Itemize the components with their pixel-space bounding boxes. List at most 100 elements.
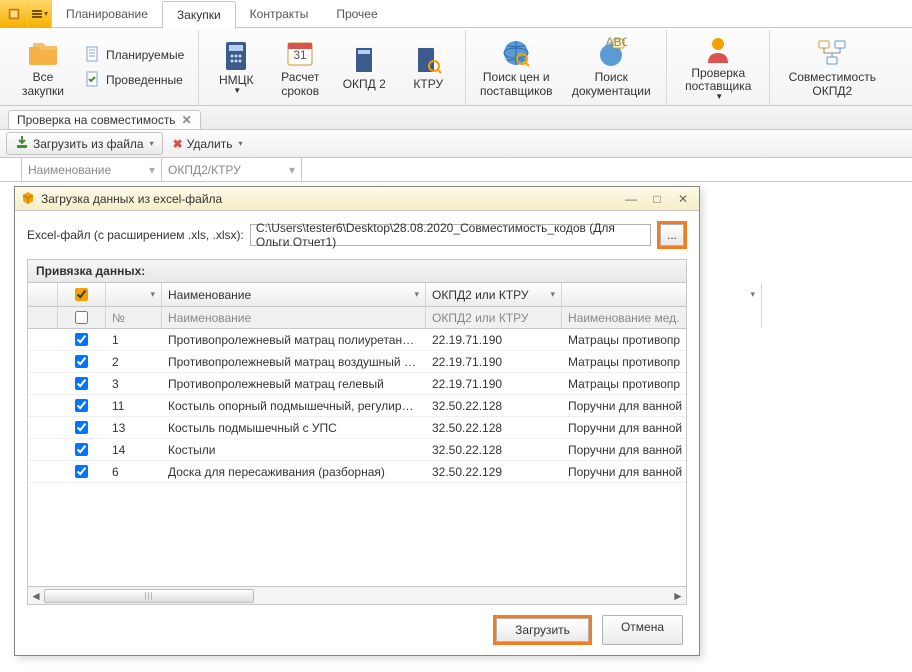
table-row[interactable]: 2Противопролежневый матрац воздушный (с … [28,351,686,373]
cell-no: 2 [106,355,162,369]
cancel-button[interactable]: Отмена [602,615,683,645]
cell-no: 1 [106,333,162,347]
filter-icon: ▾ [149,163,155,177]
check-all[interactable] [58,283,106,306]
scroll-thumb[interactable] [44,589,254,603]
completed-button[interactable]: Проведенные [78,69,190,92]
tab-purchases[interactable]: Закупки [162,1,236,29]
data-grid: Привязка данных: ▾ Наименование▾ ОКПД2 и… [27,259,687,605]
dialog-titlebar[interactable]: Загрузка данных из excel-файла — □ ✕ [15,187,699,211]
browse-button[interactable]: ... [660,224,684,246]
calendar-icon: 31 [284,37,316,69]
cell-okpd: 32.50.22.129 [426,465,562,479]
chevron-down-icon: ▾ [239,139,243,148]
cell-med: Поручни для ванной [562,465,686,479]
cell-okpd: 32.50.22.128 [426,399,562,413]
cell-no: 13 [106,421,162,435]
cell-no: 6 [106,465,162,479]
scroll-right-icon[interactable]: ► [670,588,686,604]
cell-name: Костыль подмышечный с УПС [162,421,426,435]
document-tabs: Проверка на совместимость ✕ [0,106,912,130]
folders-icon [27,37,59,69]
table-row[interactable]: 6Доска для пересаживания (разборная)32.5… [28,461,686,483]
tab-other[interactable]: Прочее [322,0,391,28]
okpd2-button[interactable]: ОКПД 2 [335,32,393,104]
cell-okpd: 22.19.71.190 [426,333,562,347]
cell-med: Матрацы противопр [562,377,686,391]
compat-okpd2-button[interactable]: Совместимость ОКПД2 [778,32,886,104]
delete-button[interactable]: ✖ Удалить ▾ [173,137,243,151]
chevron-down-icon: ▾ [150,289,155,300]
chevron-down-icon: ▾ [550,289,555,300]
cell-okpd: 32.50.22.128 [426,443,562,457]
chevron-down-icon: ▾ [150,139,154,148]
nmck-button[interactable]: НМЦК▼ [207,32,265,104]
app-icon[interactable] [0,0,28,28]
app-menu-dropdown[interactable] [28,0,52,28]
minimize-button[interactable]: — [621,191,641,207]
cell-med: Поручни для ванной [562,443,686,457]
load-button[interactable]: Загрузить [496,618,589,642]
cell-name: Костыль опорный подмышечный, регулируемы… [162,399,426,413]
sub-check[interactable] [75,311,88,324]
row-checkbox[interactable] [75,399,88,412]
grid-row-selector[interactable] [28,283,58,306]
cell-okpd: 22.19.71.190 [426,355,562,369]
maximize-button[interactable]: □ [647,191,667,207]
cell-okpd: 32.50.22.128 [426,421,562,435]
document-check-icon [84,71,100,90]
doc-tab-compat[interactable]: Проверка на совместимость ✕ [8,110,201,129]
header-no[interactable]: ▾ [106,283,162,306]
file-path-input[interactable]: C:\Users\tester6\Desktop\28.08.2020_Совм… [250,224,651,246]
header-med[interactable]: ▾ [562,283,762,306]
delete-icon: ✖ [173,137,183,151]
price-search-button[interactable]: Поиск цен и поставщиков [474,32,558,104]
row-checkbox[interactable] [75,377,88,390]
box-icon [21,190,35,207]
chevron-down-icon: ▼ [233,87,241,96]
excel-load-dialog: Загрузка данных из excel-файла — □ ✕ Exc… [14,186,700,656]
table-row[interactable]: 3Противопролежневый матрац гелевый22.19.… [28,373,686,395]
browse-highlight: ... [657,221,687,249]
row-checkbox[interactable] [75,443,88,456]
calculator-icon [220,40,252,72]
ktru-button[interactable]: КТРУ [399,32,457,104]
close-button[interactable]: ✕ [673,191,693,207]
horizontal-scrollbar[interactable]: ◄ ► [28,586,686,604]
cell-name: Костыли [162,443,426,457]
tab-planning[interactable]: Планирование [52,0,162,28]
row-checkbox[interactable] [75,421,88,434]
chevron-down-icon: ▼ [715,93,723,102]
svg-text:ABC: ABC [606,37,627,49]
row-checkbox[interactable] [75,355,88,368]
scroll-left-icon[interactable]: ◄ [28,588,44,604]
cell-name: Противопролежневый матрац гелевый [162,377,426,391]
table-row[interactable]: 14Костыли32.50.22.128Поручни для ванной [28,439,686,461]
cell-med: Поручни для ванной [562,421,686,435]
supplier-check-button[interactable]: Проверка поставщика▼ [675,32,761,104]
row-checkbox[interactable] [75,465,88,478]
deadlines-button[interactable]: 31 Расчет сроков [271,32,329,104]
book-search-icon [412,44,444,76]
sub-okpd: ОКПД2 или КТРУ [426,307,562,328]
close-icon[interactable]: ✕ [182,113,192,127]
load-from-file-button[interactable]: Загрузить из файла ▾ [6,132,163,155]
filter-name[interactable]: Наименование ▾ [22,158,162,181]
table-row[interactable]: 1Противопролежневый матрац полиуретановы… [28,329,686,351]
tab-contracts[interactable]: Контракты [236,0,323,28]
header-name[interactable]: Наименование▾ [162,283,426,306]
table-row[interactable]: 11Костыль опорный подмышечный, регулируе… [28,395,686,417]
filter-okpd[interactable]: ОКПД2/КТРУ ▾ [162,158,302,181]
cell-name: Противопролежневый матрац воздушный (с к… [162,355,426,369]
document-icon [84,46,100,65]
table-row[interactable]: 13Костыль подмышечный с УПС32.50.22.128П… [28,417,686,439]
doc-search-button[interactable]: ABC Поиск документации [564,32,658,104]
cell-med: Матрацы противопр [562,333,686,347]
planned-button[interactable]: Планируемые [78,44,190,67]
row-checkbox[interactable] [75,333,88,346]
ribbon-body: Все закупки Планируемые Проведенные НМЦК… [0,28,912,106]
filter-icon: ▾ [289,163,295,177]
header-okpd[interactable]: ОКПД2 или КТРУ▾ [426,283,562,306]
grid-caption: Привязка данных: [28,260,686,283]
all-purchases-button[interactable]: Все закупки [14,32,72,104]
